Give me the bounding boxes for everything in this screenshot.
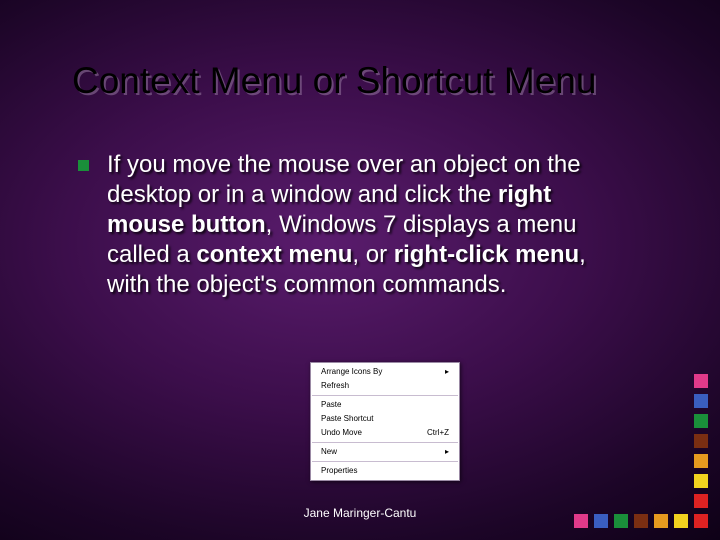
menu-item: Arrange Icons By ▸ [311,365,459,379]
menu-item-label: Arrange Icons By [321,368,382,376]
menu-item: Undo Move Ctrl+Z [311,426,459,440]
text-bold: right-click menu [394,241,579,268]
submenu-arrow-icon: ▸ [445,368,449,376]
menu-item-label: Properties [321,467,357,475]
menu-item: Paste Shortcut [311,412,459,426]
decorative-square [614,514,628,528]
slide-title: Context Menu or Shortcut Menu [72,60,660,102]
decorative-square [694,434,708,448]
text-bold: context menu [196,241,352,268]
decorative-square [694,474,708,488]
bullet-text: If you move the mouse over an object on … [107,150,630,300]
bullet-item: If you move the mouse over an object on … [78,150,630,300]
menu-item: Refresh [311,379,459,393]
decorative-squares-horizontal [568,514,708,528]
decorative-square [654,514,668,528]
menu-item-label: Undo Move [321,429,362,437]
decorative-square [694,414,708,428]
menu-item-label: Refresh [321,382,349,390]
decorative-square [694,494,708,508]
decorative-square [574,514,588,528]
bullet-icon [78,160,89,171]
slide: Context Menu or Shortcut Menu If you mov… [0,0,720,540]
menu-item: Properties [311,464,459,478]
decorative-square [694,394,708,408]
decorative-square [634,514,648,528]
menu-separator [312,442,458,443]
menu-item: New ▸ [311,445,459,459]
menu-item-label: Paste [321,401,341,409]
menu-separator [312,395,458,396]
context-menu-figure: Arrange Icons By ▸ Refresh Paste Paste Sh… [310,362,460,481]
submenu-arrow-icon: ▸ [445,448,449,456]
decorative-square [594,514,608,528]
decorative-square [694,374,708,388]
menu-item: Paste [311,398,459,412]
decorative-squares-vertical [694,368,708,508]
menu-separator [312,461,458,462]
text-fragment: , or [352,241,393,268]
decorative-square [674,514,688,528]
decorative-square [694,454,708,468]
menu-item-shortcut: Ctrl+Z [427,429,449,437]
body-text: If you move the mouse over an object on … [78,150,630,300]
menu-item-label: Paste Shortcut [321,415,373,423]
menu-item-label: New [321,448,337,456]
decorative-square [694,514,708,528]
